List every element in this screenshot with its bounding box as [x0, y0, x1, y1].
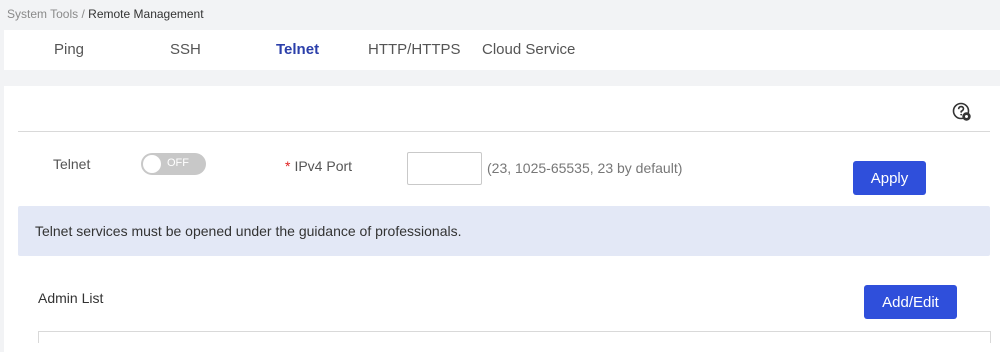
breadcrumb: System Tools / Remote Management [7, 7, 204, 21]
tab-bar: Ping SSH Telnet HTTP/HTTPS Cloud Service [4, 30, 1000, 70]
breadcrumb-separator: / [81, 7, 85, 21]
breadcrumb-parent[interactable]: System Tools [7, 7, 78, 21]
ipv4-port-label-text: IPv4 Port [294, 158, 353, 174]
admin-list-table [38, 331, 991, 343]
ipv4-port-hint: (23, 1025-65535, 23 by default) [487, 160, 683, 176]
notice-text: Telnet services must be opened under the… [35, 223, 462, 239]
divider [18, 131, 990, 132]
telnet-toggle[interactable]: OFF [141, 153, 206, 175]
toggle-state-text: OFF [167, 157, 189, 169]
required-mark: * [285, 158, 291, 174]
admin-list-title: Admin List [38, 290, 104, 306]
apply-button[interactable]: Apply [853, 161, 926, 195]
ipv4-port-label: * IPv4 Port [285, 158, 352, 174]
help-settings-icon[interactable] [952, 102, 972, 122]
ipv4-port-input[interactable] [407, 152, 482, 185]
breadcrumb-current: Remote Management [88, 7, 204, 21]
tab-cloud-service[interactable]: Cloud Service [482, 41, 575, 58]
tab-telnet[interactable]: Telnet [276, 41, 319, 58]
telnet-label: Telnet [53, 156, 91, 172]
tab-ping[interactable]: Ping [54, 41, 84, 58]
add-edit-button[interactable]: Add/Edit [864, 285, 957, 319]
tab-ssh[interactable]: SSH [170, 41, 201, 58]
toggle-knob [143, 155, 161, 173]
tab-http-https[interactable]: HTTP/HTTPS [368, 41, 461, 58]
notice-banner: Telnet services must be opened under the… [18, 206, 990, 256]
